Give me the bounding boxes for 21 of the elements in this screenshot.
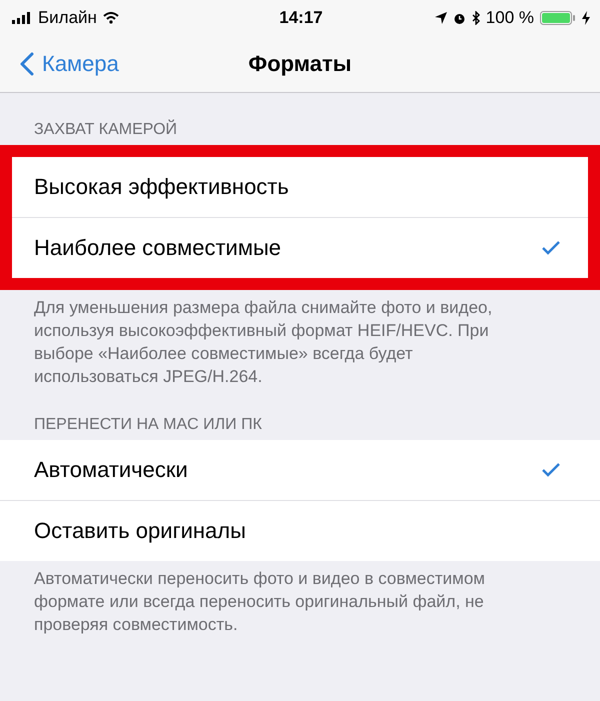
option-label: Высокая эффективность xyxy=(34,174,289,200)
bluetooth-icon xyxy=(472,11,480,25)
alarm-clock-icon xyxy=(452,12,466,24)
option-label: Автоматически xyxy=(34,457,188,483)
option-label: Наиболее совместимые xyxy=(34,235,282,261)
status-time: 14:17 xyxy=(279,8,323,28)
carrier-name: Билайн xyxy=(38,8,97,28)
wifi-icon xyxy=(102,12,119,24)
option-label: Оставить оригиналы xyxy=(34,518,246,544)
section-header: ЗАХВАТ КАМЕРОЙ xyxy=(33,118,178,140)
battery-percent: 100 % xyxy=(486,8,534,28)
battery-icon xyxy=(540,11,576,25)
chevron-left-icon xyxy=(20,52,34,76)
section-footnote: Автоматически переносить фото и видео в совместимом формате или всегда переносить оригинальный файл, не проверяя совместимость. xyxy=(33,568,486,636)
back-button[interactable]: Камера xyxy=(0,44,119,84)
location-arrow-icon xyxy=(434,12,447,24)
section-header: ПЕРЕНЕСТИ НА MAC ИЛИ ПК xyxy=(33,415,263,435)
page-title: Форматы xyxy=(248,51,352,77)
section-footnote: Для уменьшения размера файла снимайте фото и видео, используя высокоэффективный формат HEIF/HEVC. При выборе «Наиболее совместимые» всегда будет использоваться JPEG/H.264. xyxy=(33,297,494,388)
signal-icon xyxy=(12,12,32,24)
charging-bolt-icon xyxy=(582,11,590,25)
